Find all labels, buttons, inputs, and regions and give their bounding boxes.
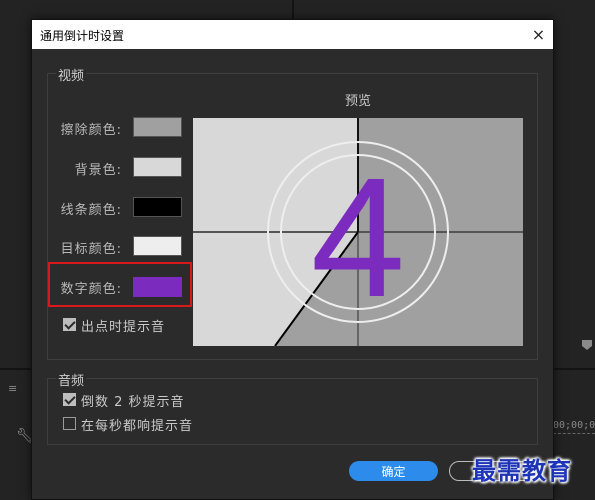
bg-panel-divider [292,0,294,20]
dialog-titlebar: 通用倒计时设置 × [32,20,553,49]
countdown-digit: 4 [311,143,406,333]
countdown-2s-beep-label: 倒数 2 秒提示音 [81,395,185,410]
preview-label: 预览 [345,94,372,109]
close-button[interactable]: × [524,20,553,49]
target-color-label: 目标颜色: [60,242,122,257]
countdown-settings-dialog: 通用倒计时设置 × 视频 预览 擦除颜色: 背景色: 线条颜色: 目标颜色: 数… [31,19,554,500]
ok-button[interactable]: 确定 [349,461,438,481]
countdown-2s-beep-checkbox[interactable] [63,393,76,406]
bg-ruler [553,433,595,438]
wipe-color-label: 擦除颜色: [60,123,122,138]
countdown-preview-graphic: 4 [193,118,523,347]
bg-menu-icon[interactable]: ≡ [8,382,17,395]
beep-every-second-label: 在每秒都响提示音 [81,419,194,434]
background-color-label: 背景色: [74,163,122,178]
dialog-title: 通用倒计时设置 [40,29,125,43]
close-icon: × [531,25,546,44]
beep-every-second-checkbox[interactable] [63,417,76,430]
line-color-swatch[interactable] [133,197,182,217]
bg-marker-icon[interactable] [582,340,592,350]
bg-panel-divider [552,368,595,370]
line-color-label: 线条颜色: [60,203,122,218]
watermark-logo: 最需教育 [472,456,572,485]
cue-at-out-label: 出点时提示音 [81,320,166,335]
wipe-color-swatch[interactable] [133,117,182,137]
bg-panel-divider [0,368,31,370]
audio-group-label: 音频 [56,370,87,389]
target-color-swatch[interactable] [133,236,182,256]
countdown-preview: 4 [193,118,523,347]
cue-at-out-checkbox[interactable] [63,318,76,331]
audio-group [47,378,538,445]
bg-timecode: 00;00;05; [553,420,595,431]
video-group-label: 视频 [56,65,87,84]
number-color-label: 数字颜色: [60,282,122,297]
background-color-swatch[interactable] [133,157,182,177]
number-color-swatch[interactable] [133,277,182,297]
